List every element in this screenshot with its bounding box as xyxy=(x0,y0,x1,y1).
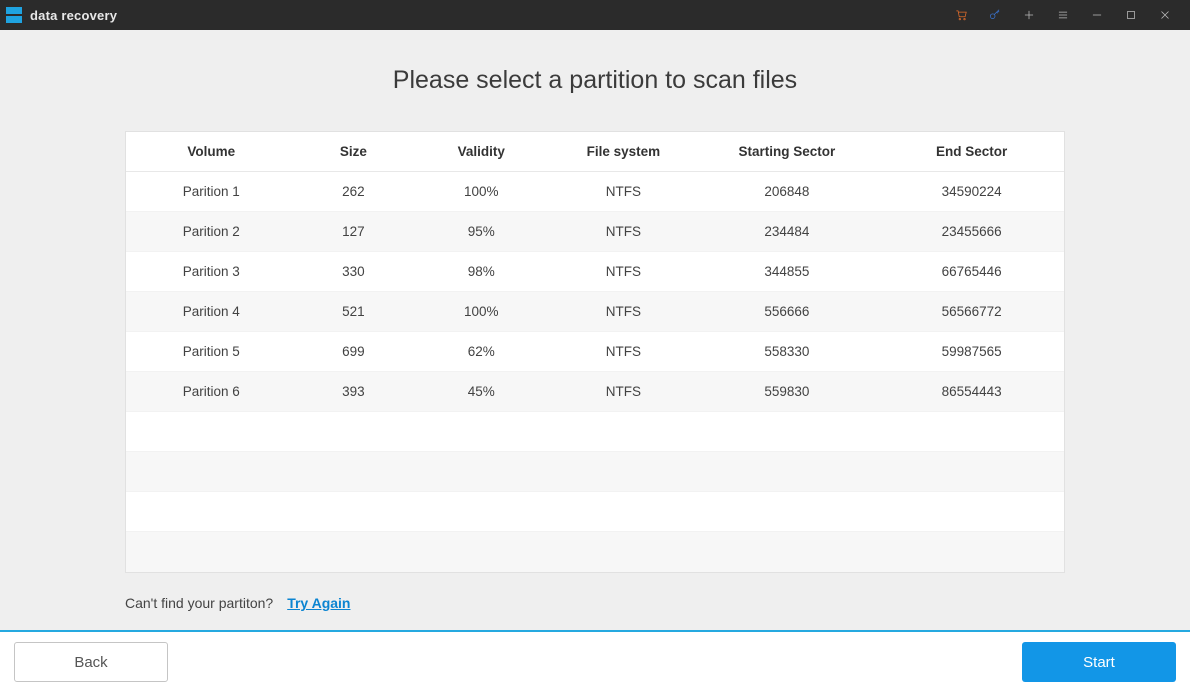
cell-volume: Parition 6 xyxy=(126,384,297,399)
menu-icon[interactable] xyxy=(1046,0,1080,30)
col-size: Size xyxy=(297,144,411,159)
title-bar: data recovery xyxy=(0,0,1190,30)
back-button[interactable]: Back xyxy=(14,642,168,682)
cart-icon[interactable] xyxy=(944,0,978,30)
cell-size: 521 xyxy=(297,304,411,319)
start-button[interactable]: Start xyxy=(1022,642,1176,682)
col-volume: Volume xyxy=(126,144,297,159)
cell-size: 393 xyxy=(297,384,411,399)
cell-validity: 62% xyxy=(410,344,552,359)
cell-fs: NTFS xyxy=(552,264,694,279)
col-end: End Sector xyxy=(879,144,1064,159)
cell-size: 330 xyxy=(297,264,411,279)
cell-start: 556666 xyxy=(694,304,879,319)
table-header-row: Volume Size Validity File system Startin… xyxy=(126,132,1064,172)
app-title: data recovery xyxy=(30,8,117,23)
cell-fs: NTFS xyxy=(552,184,694,199)
help-row: Can't find your partiton? Try Again xyxy=(125,595,1065,611)
table-row xyxy=(126,452,1064,492)
cell-end: 34590224 xyxy=(879,184,1064,199)
cell-size: 699 xyxy=(297,344,411,359)
table-row xyxy=(126,412,1064,452)
cell-end: 59987565 xyxy=(879,344,1064,359)
col-start: Starting Sector xyxy=(694,144,879,159)
cell-end: 23455666 xyxy=(879,224,1064,239)
cell-volume: Parition 4 xyxy=(126,304,297,319)
cell-start: 344855 xyxy=(694,264,879,279)
cell-size: 262 xyxy=(297,184,411,199)
table-row[interactable]: Parition 333098%NTFS34485566765446 xyxy=(126,252,1064,292)
minimize-icon[interactable] xyxy=(1080,0,1114,30)
cell-validity: 98% xyxy=(410,264,552,279)
cell-fs: NTFS xyxy=(552,224,694,239)
plus-icon[interactable] xyxy=(1012,0,1046,30)
table-row[interactable]: Parition 4521100%NTFS55666656566772 xyxy=(126,292,1064,332)
cell-validity: 45% xyxy=(410,384,552,399)
try-again-link[interactable]: Try Again xyxy=(287,595,350,611)
cell-validity: 95% xyxy=(410,224,552,239)
table-body: Parition 1262100%NTFS20684834590224Parit… xyxy=(126,172,1064,412)
table-row xyxy=(126,492,1064,532)
cell-start: 558330 xyxy=(694,344,879,359)
cell-fs: NTFS xyxy=(552,344,694,359)
cell-start: 559830 xyxy=(694,384,879,399)
close-icon[interactable] xyxy=(1148,0,1182,30)
maximize-icon[interactable] xyxy=(1114,0,1148,30)
app-logo-icon xyxy=(6,7,22,23)
cell-volume: Parition 1 xyxy=(126,184,297,199)
page-title: Please select a partition to scan files xyxy=(60,66,1130,95)
table-row[interactable]: Parition 569962%NTFS55833059987565 xyxy=(126,332,1064,372)
cell-fs: NTFS xyxy=(552,304,694,319)
key-icon[interactable] xyxy=(978,0,1012,30)
cell-validity: 100% xyxy=(410,184,552,199)
cell-volume: Parition 3 xyxy=(126,264,297,279)
col-fs: File system xyxy=(552,144,694,159)
cell-fs: NTFS xyxy=(552,384,694,399)
partition-table: Volume Size Validity File system Startin… xyxy=(125,131,1065,573)
cell-end: 66765446 xyxy=(879,264,1064,279)
cant-find-label: Can't find your partiton? xyxy=(125,595,273,611)
table-row[interactable]: Parition 1262100%NTFS20684834590224 xyxy=(126,172,1064,212)
table-row[interactable]: Parition 639345%NTFS55983086554443 xyxy=(126,372,1064,412)
cell-volume: Parition 2 xyxy=(126,224,297,239)
footer-bar: Back Start xyxy=(0,632,1190,692)
table-empty-rows xyxy=(126,412,1064,572)
cell-volume: Parition 5 xyxy=(126,344,297,359)
cell-end: 56566772 xyxy=(879,304,1064,319)
col-validity: Validity xyxy=(410,144,552,159)
table-row xyxy=(126,532,1064,572)
table-row[interactable]: Parition 212795%NTFS23448423455666 xyxy=(126,212,1064,252)
cell-validity: 100% xyxy=(410,304,552,319)
cell-start: 206848 xyxy=(694,184,879,199)
cell-size: 127 xyxy=(297,224,411,239)
main-area: Please select a partition to scan files … xyxy=(0,30,1190,618)
cell-end: 86554443 xyxy=(879,384,1064,399)
cell-start: 234484 xyxy=(694,224,879,239)
